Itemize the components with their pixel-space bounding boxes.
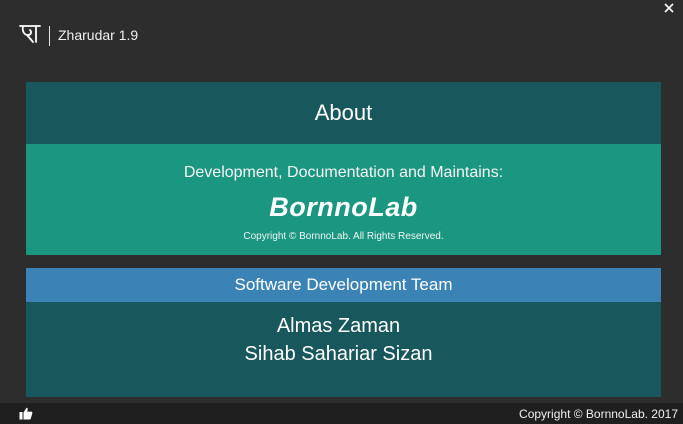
about-title: About [314,100,373,125]
footer-copyright: Copyright © BornnoLab. 2017 [519,407,678,421]
thumbs-up-icon[interactable] [19,407,33,420]
bengali-letter-logo-icon [19,25,41,43]
title-bar: Zharudar 1.9 [0,0,683,70]
development-label: Development, Documentation and Maintains… [183,164,504,181]
about-copyright: Copyright © BornnoLab. All Rights Reserv… [243,231,444,242]
team-header: Software Development Team [26,268,661,302]
about-header: About [26,82,661,144]
title-separator [49,26,50,46]
team-panel: Almas Zaman Sihab Sahariar Sizan [26,302,661,397]
team-member: Sihab Sahariar Sizan [244,343,433,365]
team-title: Software Development Team [234,275,453,294]
bornnolab-logo: BornnoLab [269,192,418,222]
app-title: Zharudar 1.9 [58,27,139,43]
close-button[interactable] [658,0,680,16]
about-panel: Development, Documentation and Maintains… [26,144,661,255]
close-icon [664,3,674,13]
team-member: Almas Zaman [276,315,401,337]
status-bar: Copyright © BornnoLab. 2017 [0,403,683,424]
